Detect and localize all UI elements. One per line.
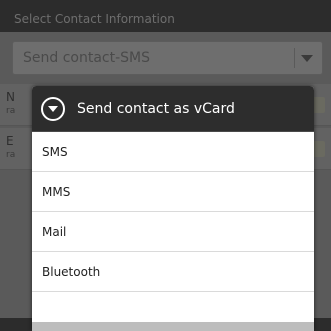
send-contact-dialog: Send contact as vCard SMS MMS Mail Bluet… [32, 86, 314, 331]
screen-header-title: Select Contact Information [14, 12, 175, 26]
option-bluetooth[interactable]: Bluetooth [32, 253, 314, 292]
dropdown-arrow-icon [301, 55, 313, 62]
option-sms[interactable]: SMS [32, 133, 314, 172]
dialog-title-bar: Send contact as vCard [32, 86, 314, 132]
option-label: Mail [42, 225, 67, 239]
option-label: MMS [42, 185, 71, 199]
list-item-subtitle: ra [6, 150, 16, 160]
spinner-divider [294, 48, 295, 68]
list-item-title: E [6, 134, 14, 148]
option-label: SMS [42, 145, 68, 159]
dialog-footer [32, 322, 314, 331]
list-item-subtitle: ra [6, 106, 16, 116]
option-mms[interactable]: MMS [32, 173, 314, 212]
spinner-value: Send contact-SMS [23, 50, 151, 66]
screen-header: Select Contact Information [0, 0, 331, 32]
contact-format-spinner[interactable]: Send contact-SMS [12, 41, 323, 75]
option-label: Bluetooth [42, 265, 101, 279]
option-mail[interactable]: Mail [32, 213, 314, 252]
list-item-title: N [6, 90, 15, 104]
dialog-title: Send contact as vCard [77, 101, 235, 117]
chevron-down-circle-icon [41, 97, 65, 121]
